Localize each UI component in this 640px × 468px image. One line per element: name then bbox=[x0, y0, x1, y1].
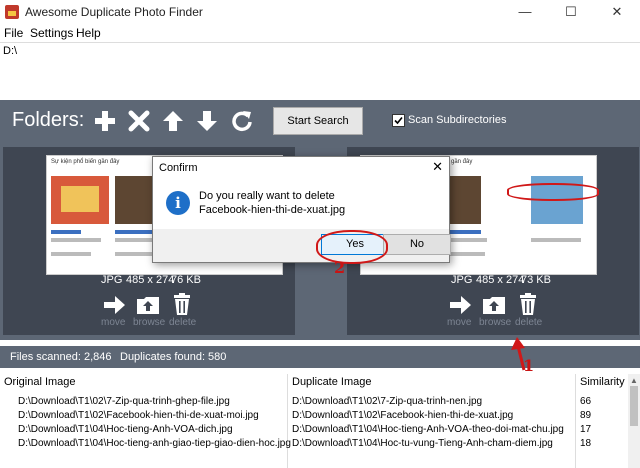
column-header-original[interactable]: Original Image bbox=[4, 376, 76, 388]
menu-file[interactable]: File bbox=[4, 26, 23, 40]
image-format: JPG bbox=[451, 274, 473, 286]
step-2-label: 2 bbox=[334, 258, 346, 277]
image-dimensions: 485 x 274 bbox=[476, 274, 525, 286]
scan-subdirectories-checkbox[interactable] bbox=[392, 114, 405, 127]
move-arrow-icon[interactable] bbox=[447, 293, 473, 317]
refresh-icon[interactable] bbox=[229, 108, 255, 134]
delete-button-label[interactable]: delete bbox=[515, 317, 542, 328]
image-size: 73 KB bbox=[521, 274, 551, 286]
move-arrow-icon[interactable] bbox=[101, 293, 127, 317]
vertical-scrollbar[interactable]: ▲ bbox=[628, 374, 640, 468]
thumbnail-text-line bbox=[531, 238, 581, 242]
no-button[interactable]: No bbox=[383, 234, 451, 255]
thumbnail-heading: gần đây bbox=[451, 159, 473, 165]
duplicate-path: D:\Download\T1\02\7-Zip-qua-trinh-nen.jp… bbox=[292, 396, 483, 407]
duplicates-found: Duplicates found: 580 bbox=[120, 351, 227, 363]
app-icon bbox=[5, 5, 19, 19]
menu-help[interactable]: Help bbox=[76, 26, 101, 40]
table-row[interactable]: D:\Download\T1\04\Hoc-tieng-anh-giao-tie… bbox=[0, 438, 628, 452]
trash-icon[interactable] bbox=[515, 292, 541, 316]
thumbnail-heading: Sự kiện phổ biến gần đây bbox=[51, 159, 120, 165]
confirm-dialog: Confirm ✕ i Do you really want to delete… bbox=[152, 156, 451, 263]
move-up-icon[interactable] bbox=[160, 108, 186, 134]
browse-button-label[interactable]: browse bbox=[133, 317, 165, 328]
thumbnail-text-line bbox=[115, 230, 153, 234]
thumbnail-text-line bbox=[51, 230, 81, 234]
dialog-body: i Do you really want to delete Facebook-… bbox=[153, 179, 449, 229]
duplicate-path: D:\Download\T1\04\Hoc-tieng-Anh-VOA-theo… bbox=[292, 424, 564, 435]
add-folder-icon[interactable] bbox=[92, 108, 118, 134]
info-icon: i bbox=[166, 191, 190, 215]
similarity-value: 18 bbox=[580, 438, 592, 449]
window-title: Awesome Duplicate Photo Finder bbox=[25, 5, 203, 19]
folder-list[interactable]: D:\ bbox=[0, 42, 640, 101]
table-row[interactable]: D:\Download\T1\02\Facebook-hien-thi-de-x… bbox=[0, 410, 628, 424]
remove-folder-icon[interactable] bbox=[126, 108, 152, 134]
results-table: Original Image Duplicate Image Similarit… bbox=[0, 374, 640, 468]
column-header-duplicate[interactable]: Duplicate Image bbox=[292, 376, 372, 388]
thumbnail-image bbox=[115, 176, 155, 224]
original-path: D:\Download\T1\04\Hoc-tieng-anh-giao-tie… bbox=[18, 438, 291, 449]
original-path: D:\Download\T1\02\Facebook-hien-thi-de-x… bbox=[18, 410, 259, 421]
menu-settings[interactable]: Settings bbox=[30, 26, 73, 40]
thumbnail-image bbox=[51, 176, 109, 224]
title-bar: Awesome Duplicate Photo Finder — ☐ ✕ bbox=[0, 0, 640, 24]
original-path: D:\Download\T1\02\7-Zip-qua-trinh-ghep-f… bbox=[18, 396, 230, 407]
move-down-icon[interactable] bbox=[194, 108, 220, 134]
close-button[interactable]: ✕ bbox=[594, 0, 640, 24]
thumbnail-highlight-ellipse bbox=[507, 183, 599, 201]
thumbnail-text-line bbox=[51, 238, 101, 242]
status-bar: Files scanned: 2,846 Duplicates found: 5… bbox=[0, 346, 640, 368]
move-button-label[interactable]: move bbox=[101, 317, 125, 328]
step-1-label: 1 bbox=[523, 356, 535, 375]
scan-subdirectories-label: Scan Subdirectories bbox=[408, 114, 507, 126]
dialog-footer: Yes No bbox=[153, 229, 451, 262]
folders-label: Folders: bbox=[12, 109, 85, 131]
menu-bar: File Settings Help bbox=[0, 24, 640, 42]
original-path: D:\Download\T1\04\Hoc-tieng-Anh-VOA-dich… bbox=[18, 424, 233, 435]
thumbnail-text-line bbox=[115, 238, 155, 242]
delete-button-label[interactable]: delete bbox=[169, 317, 196, 328]
checkmark-icon bbox=[394, 116, 403, 125]
dialog-close-button[interactable]: ✕ bbox=[432, 159, 443, 175]
files-scanned: Files scanned: 2,846 bbox=[10, 351, 112, 363]
duplicate-path: D:\Download\T1\02\Facebook-hien-thi-de-x… bbox=[292, 410, 514, 421]
image-dimensions: 485 x 274 bbox=[126, 274, 175, 286]
trash-icon[interactable] bbox=[169, 292, 195, 316]
similarity-value: 66 bbox=[580, 396, 592, 407]
column-header-similarity[interactable]: Similarity bbox=[580, 376, 625, 388]
table-row[interactable]: D:\Download\T1\02\7-Zip-qua-trinh-ghep-f… bbox=[0, 396, 628, 410]
image-size: 76 KB bbox=[171, 274, 201, 286]
scrollbar-thumb[interactable] bbox=[630, 386, 638, 426]
dialog-message-filename: Facebook-hien-thi-de-xuat.jpg bbox=[199, 204, 346, 216]
browse-folder-icon[interactable] bbox=[135, 293, 161, 317]
dialog-message: Do you really want to delete Facebook-hi… bbox=[199, 189, 345, 217]
dialog-message-line: Do you really want to delete bbox=[199, 190, 335, 202]
scroll-up-icon[interactable]: ▲ bbox=[630, 376, 638, 385]
dialog-title: Confirm bbox=[159, 162, 198, 174]
move-button-label[interactable]: move bbox=[447, 317, 471, 328]
similarity-value: 89 bbox=[580, 410, 592, 421]
duplicate-path: D:\Download\T1\04\Hoc-tu-vung-Tieng-Anh-… bbox=[292, 438, 553, 449]
browse-button-label[interactable]: browse bbox=[479, 317, 511, 328]
image-format: JPG bbox=[101, 274, 123, 286]
folder-path[interactable]: D:\ bbox=[3, 45, 17, 57]
minimize-button[interactable]: — bbox=[502, 0, 548, 24]
table-row[interactable]: D:\Download\T1\04\Hoc-tieng-Anh-VOA-dich… bbox=[0, 424, 628, 438]
similarity-value: 17 bbox=[580, 424, 592, 435]
browse-folder-icon[interactable] bbox=[481, 293, 507, 317]
yes-highlight-ellipse bbox=[316, 230, 388, 264]
thumbnail-text-line bbox=[51, 252, 91, 256]
start-search-button[interactable]: Start Search bbox=[273, 107, 363, 135]
maximize-button[interactable]: ☐ bbox=[548, 0, 594, 24]
